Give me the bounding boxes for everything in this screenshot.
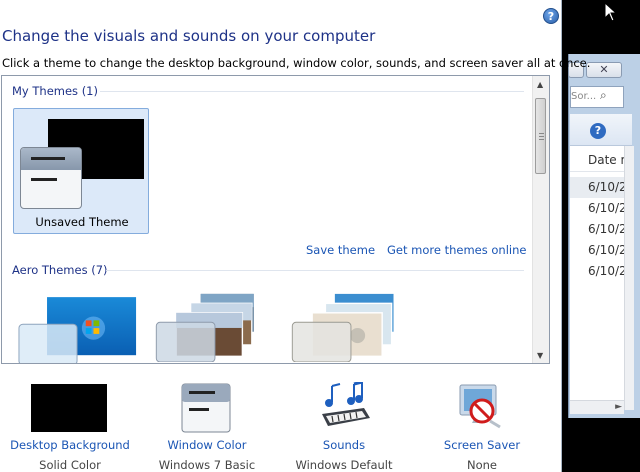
sounds-label[interactable]: Sounds (274, 438, 414, 452)
screen-saver-setting[interactable]: Screen Saver None (412, 380, 552, 472)
screen-saver-value: None (466, 458, 497, 472)
scroll-right-arrow-icon[interactable]: ► (615, 402, 622, 412)
file-row[interactable]: 6/10/2 (570, 219, 624, 240)
file-row[interactable]: 6/10/2 (570, 261, 624, 282)
themes-list[interactable]: My Themes (1) Unsaved Theme Save theme G… (1, 75, 550, 364)
page-title: Change the visuals and sounds on your co… (2, 27, 376, 45)
mouse-cursor-icon (604, 2, 618, 22)
sounds-icon (322, 382, 370, 426)
desktop-background-label[interactable]: Desktop Background (0, 438, 140, 452)
search-icon[interactable]: ⌕ (600, 88, 607, 103)
background-window-horizontal-scrollbar[interactable]: ► (570, 400, 624, 414)
personalization-panel: ? Change the visuals and sounds on your … (0, 0, 590, 472)
theme-window-preview-icon (20, 147, 82, 209)
sounds-setting[interactable]: Sounds Windows Default (274, 380, 414, 472)
my-themes-heading: My Themes (1) (12, 84, 98, 98)
background-window-close-button[interactable]: ✕ (586, 62, 622, 78)
screen: ✕ Sor... ⌕ ? Date m 6/10/2 6/10/2 6/10/2… (0, 0, 640, 472)
background-window-vertical-scrollbar[interactable] (624, 146, 634, 410)
screen-saver-label[interactable]: Screen Saver (412, 438, 552, 452)
date-modified-column-header[interactable]: Date m (570, 148, 624, 172)
help-icon[interactable]: ? (543, 8, 559, 24)
window-color-label[interactable]: Window Color (137, 438, 277, 452)
file-row[interactable]: 6/10/2 (570, 198, 624, 219)
window-color-setting[interactable]: Window Color Windows 7 Basic (137, 380, 277, 472)
aero-theme-characters-thumbnail[interactable] (290, 292, 410, 362)
file-row[interactable]: 6/10/2 (570, 177, 624, 198)
background-window-search-input[interactable]: Sor... (570, 86, 624, 108)
desktop-background-icon (31, 384, 107, 432)
file-row[interactable]: 6/10/2 (570, 240, 624, 261)
themes-vertical-scrollbar[interactable]: ▲ ▼ (532, 76, 549, 363)
screen-saver-icon (459, 384, 501, 429)
divider (106, 270, 524, 271)
desktop-background-setting[interactable]: Desktop Background Solid Color (0, 380, 140, 472)
aero-theme-windows7-thumbnail[interactable] (18, 296, 138, 364)
scroll-up-arrow-icon[interactable]: ▲ (537, 80, 543, 89)
window-color-icon (181, 383, 231, 433)
background-window-help-icon[interactable]: ? (590, 123, 606, 139)
save-theme-link[interactable]: Save theme (306, 243, 375, 257)
scroll-down-arrow-icon[interactable]: ▼ (537, 351, 543, 360)
desktop-background-value: Solid Color (39, 458, 101, 472)
window-color-value: Windows 7 Basic (158, 458, 256, 472)
page-subtitle: Click a theme to change the desktop back… (2, 56, 591, 70)
aero-theme-architecture-thumbnail[interactable] (154, 292, 274, 362)
get-more-themes-link[interactable]: Get more themes online (387, 243, 526, 257)
aero-themes-heading: Aero Themes (7) (12, 263, 108, 277)
unsaved-theme-tile[interactable]: Unsaved Theme (13, 108, 149, 234)
theme-label: Unsaved Theme (35, 215, 129, 229)
sounds-value: Windows Default (295, 458, 393, 472)
scrollbar-thumb[interactable] (535, 98, 546, 174)
divider (100, 91, 524, 92)
